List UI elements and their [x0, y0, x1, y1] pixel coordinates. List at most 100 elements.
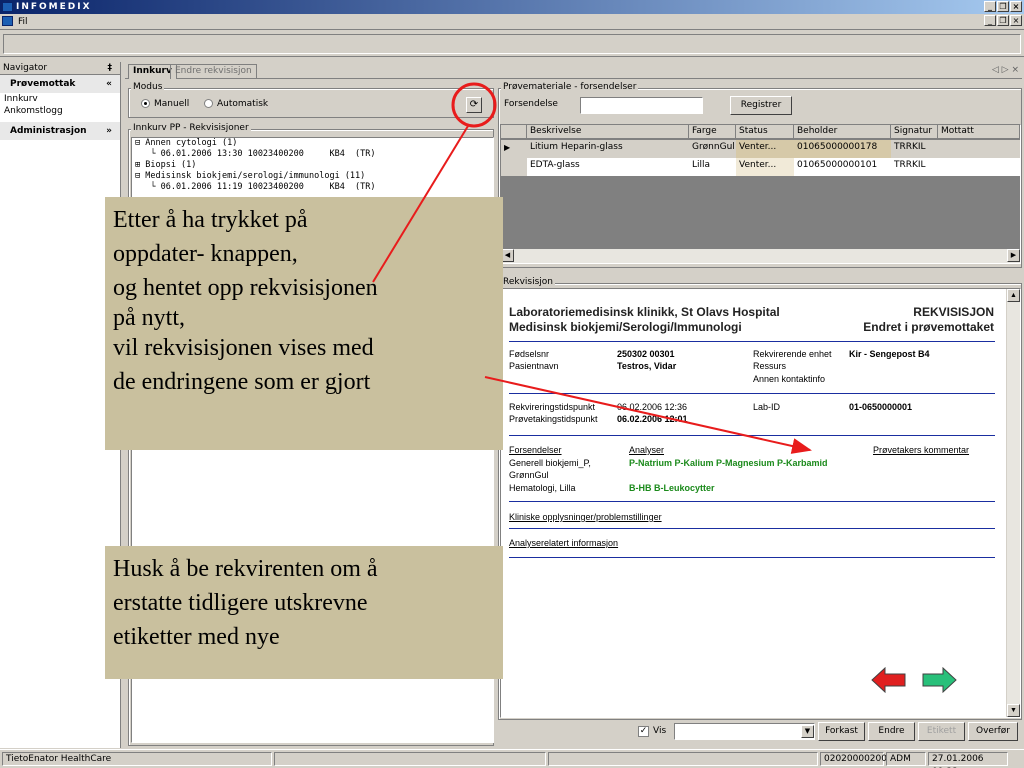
specimen-grid[interactable]: Beskrivelse Farge Status Beholder Signat… — [500, 124, 1021, 264]
grid-col-header[interactable]: Beholder — [794, 125, 891, 139]
analyser-2: B-HB B-Leukocytter — [629, 483, 715, 493]
grid-cell[interactable]: TRRKIL — [891, 140, 938, 158]
nav-section-administrasjon[interactable]: Administrasjon » — [0, 122, 120, 140]
status-company: TietoEnator HealthCare — [2, 752, 272, 766]
grid-col-header[interactable]: Beskrivelse — [527, 125, 689, 139]
tree-row[interactable]: ⊟ Medisinsk biokjemi/serologi/immunologi… — [132, 171, 493, 182]
status-panel — [274, 752, 546, 766]
radio-automatisk-label: Automatisk — [217, 99, 269, 109]
horizontal-scrollbar[interactable]: ◀ ▶ — [501, 249, 1020, 263]
overfor-button[interactable]: Overfør — [968, 722, 1018, 741]
chevron-up-icon[interactable]: « — [106, 75, 112, 93]
innkurv-label: Innkurv PP - Rekvisisjoner — [131, 123, 251, 133]
radio-icon — [204, 99, 213, 108]
grid-cell[interactable] — [938, 140, 1020, 158]
vis-dropdown[interactable]: ▼ — [674, 723, 815, 740]
scroll-down-icon[interactable]: ▼ — [1007, 704, 1020, 717]
callout-line: og hentet opp rekvisisjonen — [113, 275, 378, 301]
forsendelse-1: Generell biokjemi_P, — [509, 458, 591, 468]
grid-cell[interactable]: TRRKIL — [891, 158, 938, 176]
tab-endre-rekvisisjon[interactable]: Endre rekvisisjon — [170, 64, 257, 79]
grid-cell[interactable]: Venter... — [736, 140, 794, 158]
tree-row[interactable]: └ 06.01.2006 11:19 10023400200 KB4 (TR) — [132, 182, 493, 193]
kommentar-heading[interactable]: Prøvetakers kommentar — [873, 445, 969, 455]
annen-kontaktinfo-label: Annen kontaktinfo — [753, 374, 826, 384]
nav-item-innkurv[interactable]: Innkurv — [0, 93, 120, 105]
status-code: 02020000200 — [820, 752, 887, 766]
forsendelser-heading[interactable]: Forsendelser — [509, 445, 562, 455]
grid-col-header[interactable]: Status — [736, 125, 794, 139]
callout-line: vil rekvisisjonen vises med — [113, 335, 374, 361]
pin-icon[interactable]: ‡ — [108, 62, 113, 74]
grid-cell[interactable]: 01065000000178 — [794, 140, 891, 158]
grid-cell[interactable]: EDTA-glass — [527, 158, 689, 176]
divider — [509, 393, 995, 394]
forsendelse-input[interactable] — [580, 97, 703, 114]
grid-cell[interactable]: Lilla — [689, 158, 736, 176]
register-button[interactable]: Registrer — [730, 96, 792, 115]
grid-cell[interactable]: 01065000000101 — [794, 158, 891, 176]
analyser-heading[interactable]: Analyser — [629, 445, 664, 455]
rekvirerende-value: Kir - Sengepost B4 — [849, 349, 930, 359]
navigator-header: Navigator ‡ — [0, 62, 120, 75]
callout-line: på nytt, — [113, 305, 185, 331]
dropdown-arrow-icon[interactable]: ▼ — [801, 725, 814, 738]
etikett-button[interactable]: Etikett — [918, 722, 965, 741]
grid-cell[interactable]: Venter... — [736, 158, 794, 176]
grid-col-header[interactable]: Farge — [689, 125, 736, 139]
hospital-name: Laboratoriemedisinsk klinikk, St Olavs H… — [509, 305, 780, 319]
grid-cell[interactable] — [938, 158, 1020, 176]
tree-row[interactable]: ⊟ Annen cytologi (1) — [132, 138, 493, 149]
row-selector-icon[interactable]: ▶ — [501, 140, 527, 158]
rekvireringstidspunkt-label: Rekvireringstidspunkt — [509, 402, 596, 412]
scroll-up-icon[interactable]: ▲ — [1007, 289, 1020, 302]
forkast-button[interactable]: Forkast — [818, 722, 865, 741]
chevron-down-icon[interactable]: » — [106, 122, 112, 140]
rekvirerende-label: Rekvirerende enhet — [753, 349, 832, 359]
child-minimize-button[interactable]: _ — [984, 15, 996, 26]
tab-nav-icons[interactable]: ◁ ▷ × — [992, 65, 1019, 75]
app-icon — [2, 2, 13, 12]
row-selector[interactable] — [501, 158, 527, 176]
grid-cell[interactable]: Litium Heparin-glass — [527, 140, 689, 158]
child-close-button[interactable]: × — [1010, 15, 1022, 26]
menu-file[interactable]: Fil — [18, 17, 28, 27]
radio-manuell[interactable]: Manuell — [141, 99, 189, 109]
grid-cell[interactable]: GrønnGul — [689, 140, 736, 158]
document-icon — [2, 16, 13, 26]
callout-labels-info: Husk å be rekvirenten om å erstatte tidl… — [105, 546, 503, 679]
pasientnavn-label: Pasientnavn — [509, 361, 559, 371]
vertical-scrollbar[interactable]: ▲ ▼ — [1006, 289, 1020, 717]
close-button[interactable]: × — [1010, 1, 1022, 12]
minimize-button[interactable]: _ — [984, 1, 996, 12]
arrow-left-icon[interactable] — [871, 667, 907, 693]
provemateriale-label: Prøvemateriale - forsendelser — [501, 82, 639, 92]
provetakingstidspunkt-label: Prøvetakingstidspunkt — [509, 414, 598, 424]
arrow-right-icon[interactable] — [921, 667, 957, 693]
tree-row[interactable]: ⊞ Biopsi (1) — [132, 160, 493, 171]
radio-automatisk[interactable]: Automatisk — [204, 99, 268, 109]
scroll-right-icon[interactable]: ▶ — [1007, 249, 1020, 262]
grid-col-header[interactable]: Signatur — [891, 125, 938, 139]
pasientnavn-value: Testros, Vidar — [617, 361, 677, 371]
nav-section-label: Prøvemottak — [10, 79, 76, 89]
labid-value: 01-0650000001 — [849, 402, 913, 412]
status-datetime: 27.01.2006 09:23 — [928, 752, 1008, 768]
refresh-button[interactable]: ⟳ — [466, 97, 482, 113]
restore-button[interactable]: ❐ — [997, 1, 1009, 12]
analyser-1: P-Natrium P-Kalium P-Magnesium P-Karbami… — [629, 458, 828, 468]
tree-row[interactable]: └ 06.01.2006 13:30 10023400200 KB4 (TR) — [132, 149, 493, 160]
nav-section-provemottak[interactable]: Prøvemottak « — [0, 75, 120, 93]
callout-line: etiketter med nye — [113, 624, 280, 650]
kliniske-opplysninger-link[interactable]: Kliniske opplysninger/problemstillinger — [509, 512, 662, 522]
child-restore-button[interactable]: ❐ — [997, 15, 1009, 26]
analyserelatert-link[interactable]: Analyserelatert informasjon — [509, 538, 618, 548]
nav-section-label: Administrasjon — [10, 126, 87, 136]
nav-item-ankomstlogg[interactable]: Ankomstlogg — [0, 105, 120, 117]
doc-status: Endret i prøvemottaket — [863, 320, 994, 334]
rekvisisjon-label: Rekvisisjon — [501, 277, 556, 287]
vis-checkbox[interactable]: ✓ — [638, 726, 649, 737]
grid-col-header[interactable]: Mottatt — [938, 125, 1020, 139]
endre-button[interactable]: Endre — [868, 722, 915, 741]
doc-title: REKVISISJON — [913, 305, 994, 319]
